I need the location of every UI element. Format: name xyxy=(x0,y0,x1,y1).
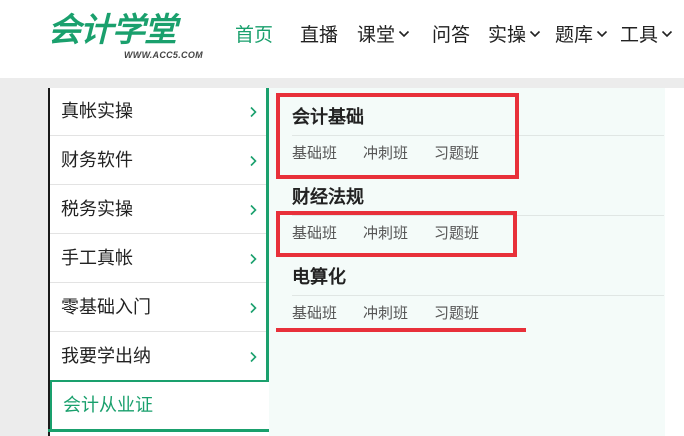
nav-label: 直播 xyxy=(300,24,339,46)
annotation-box-finance-law xyxy=(276,211,517,257)
nav-label: 题库 xyxy=(555,24,594,46)
chevron-right-icon xyxy=(250,204,257,216)
sidebar-item-real-accounts[interactable]: 真帐实操 xyxy=(50,88,270,136)
nav-qa[interactable]: 问答 xyxy=(432,22,470,48)
sidebar-item-manual-accounts[interactable]: 手工真帐 xyxy=(50,235,270,283)
nav-label: 工具 xyxy=(620,24,659,46)
logo-url: WWW.ACC5.COM xyxy=(124,50,203,60)
top-header: 会计学堂 WWW.ACC5.COM 首页 直播 课堂 问答 实操 题库 工具 xyxy=(0,0,684,78)
sidebar-item-label: 税务实操 xyxy=(61,199,133,220)
nav-classroom[interactable]: 课堂 xyxy=(357,22,410,48)
chevron-right-icon xyxy=(250,253,257,265)
nav-question-bank[interactable]: 题库 xyxy=(555,22,608,48)
nav-practice[interactable]: 实操 xyxy=(488,22,541,48)
chevron-down-icon xyxy=(529,30,541,37)
nav-label: 课堂 xyxy=(357,24,396,46)
sidebar-item-label: 手工真帐 xyxy=(61,248,133,269)
sidebar-item-beginner[interactable]: 零基础入门 xyxy=(50,284,270,332)
section-title-finance-law[interactable]: 财经法规 xyxy=(292,187,364,209)
category-sidebar: 真帐实操 财务软件 税务实操 手工真帐 零基础入门 我要学出纳 会计从业证 xyxy=(48,88,270,436)
chevron-right-icon xyxy=(250,106,257,118)
logo-text: 会计学堂 xyxy=(48,10,177,49)
page-right-gutter xyxy=(665,88,684,436)
annotation-box-accounting-basics xyxy=(276,93,519,179)
nav-home[interactable]: 首页 xyxy=(235,22,273,48)
chevron-down-icon xyxy=(398,30,410,37)
sidebar-item-tax-practice[interactable]: 税务实操 xyxy=(50,186,270,234)
annotation-underline-computerized xyxy=(276,328,526,332)
sidebar-item-label: 我要学出纳 xyxy=(61,346,151,367)
section-divider xyxy=(292,295,664,296)
course-link-sprint[interactable]: 冲刺班 xyxy=(363,304,408,322)
course-link-exercise[interactable]: 习题班 xyxy=(434,304,479,322)
nav-tools[interactable]: 工具 xyxy=(620,22,673,48)
chevron-down-icon xyxy=(596,30,608,37)
site-logo[interactable]: 会计学堂 WWW.ACC5.COM xyxy=(48,10,218,64)
sidebar-item-label: 真帐实操 xyxy=(61,101,133,122)
chevron-down-icon xyxy=(661,30,673,37)
sidebar-active-border-bottom xyxy=(48,429,270,432)
section-title-computerized[interactable]: 电算化 xyxy=(292,267,346,289)
sidebar-item-label: 会计从业证 xyxy=(63,395,153,416)
chevron-right-icon xyxy=(250,155,257,167)
sidebar-item-accounting-certificate[interactable]: 会计从业证 xyxy=(50,380,270,432)
sidebar-item-finance-software[interactable]: 财务软件 xyxy=(50,137,270,185)
sidebar-item-label: 零基础入门 xyxy=(61,297,151,318)
sidebar-item-cashier[interactable]: 我要学出纳 xyxy=(50,333,270,381)
sidebar-item-label: 财务软件 xyxy=(61,150,133,171)
nav-label: 问答 xyxy=(432,24,471,46)
nav-live[interactable]: 直播 xyxy=(300,22,338,48)
nav-label: 实操 xyxy=(488,24,527,46)
nav-label: 首页 xyxy=(235,24,274,46)
chevron-right-icon xyxy=(250,302,257,314)
chevron-right-icon xyxy=(250,351,257,363)
course-link-basic[interactable]: 基础班 xyxy=(292,304,337,322)
